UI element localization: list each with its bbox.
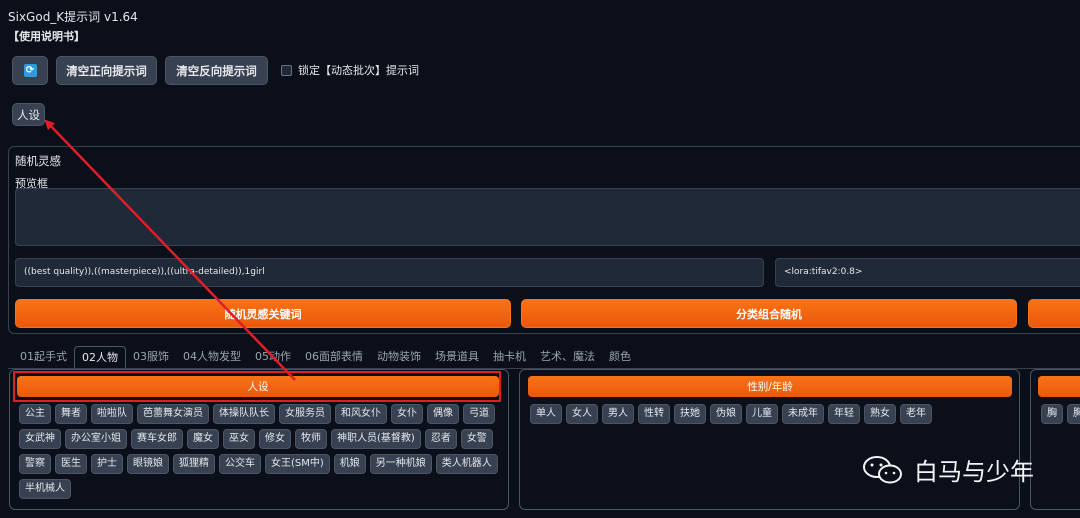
gender-age-tag[interactable]: 熟女 bbox=[864, 404, 896, 424]
watermark: 白马与少年 bbox=[862, 452, 1034, 487]
persona-tag[interactable]: 另一种机娘 bbox=[369, 454, 432, 474]
third-tag[interactable]: 胸 bbox=[1067, 404, 1080, 424]
tab-animal-decor[interactable]: 动物装饰 bbox=[370, 346, 428, 368]
inspiration-title: 随机灵感 bbox=[15, 154, 61, 168]
persona-button[interactable]: 人设 bbox=[12, 103, 45, 126]
persona-tag[interactable]: 护士 bbox=[91, 454, 123, 474]
persona-tag[interactable]: 舞者 bbox=[55, 404, 87, 424]
gender-age-tag[interactable]: 单人 bbox=[530, 404, 562, 424]
gender-age-tag[interactable]: 儿童 bbox=[746, 404, 778, 424]
persona-tag[interactable]: 啦啦队 bbox=[91, 404, 133, 424]
app-title: SixGod_K提示词 v1.64 bbox=[8, 10, 138, 24]
persona-tag[interactable]: 眼镜娘 bbox=[127, 454, 169, 474]
gender-age-tag-list: 单人 女人 男人 性转 扶她 伪娘 儿童 未成年 年轻 熟女 老年 bbox=[530, 404, 1012, 424]
gender-age-category-button[interactable]: 性别/年龄 bbox=[528, 376, 1012, 397]
gender-age-tag[interactable]: 老年 bbox=[900, 404, 932, 424]
gender-age-tag[interactable]: 女人 bbox=[566, 404, 598, 424]
watermark-text: 白马与少年 bbox=[914, 458, 1034, 486]
persona-tag[interactable]: 女仆 bbox=[391, 404, 423, 424]
persona-tag[interactable]: 牧师 bbox=[295, 429, 327, 449]
persona-tag[interactable]: 医生 bbox=[55, 454, 87, 474]
random-keyword-button[interactable]: 随机灵感关键词 bbox=[15, 299, 511, 328]
gender-age-tag[interactable]: 男人 bbox=[602, 404, 634, 424]
lora-field[interactable]: <lora:tifav2:0.8> bbox=[775, 258, 1080, 287]
lock-dynamic-batch[interactable]: 锁定【动态批次】提示词 bbox=[281, 62, 419, 78]
gender-age-tag[interactable]: 扶她 bbox=[674, 404, 706, 424]
persona-tag[interactable]: 机娘 bbox=[333, 454, 366, 474]
persona-tag[interactable]: 公交车 bbox=[219, 454, 261, 474]
persona-tag[interactable]: 半机械人 bbox=[19, 479, 71, 499]
persona-tag[interactable]: 女武神 bbox=[19, 429, 61, 449]
persona-tag[interactable]: 办公室小姐 bbox=[65, 429, 127, 449]
category-tabs: 01起手式 02人物 03服饰 04人物发型 05动作 06面部表情 动物装饰 … bbox=[13, 346, 638, 368]
clear-negative-button[interactable]: 清空反向提示词 bbox=[165, 56, 268, 85]
persona-tag[interactable]: 公主 bbox=[19, 404, 51, 424]
tab-02-active[interactable]: 02人物 bbox=[74, 346, 126, 368]
persona-tag[interactable]: 神职人员(基督教) bbox=[331, 429, 421, 449]
tab-scene-props[interactable]: 场景道具 bbox=[428, 346, 486, 368]
gender-age-tag[interactable]: 伪娘 bbox=[710, 404, 742, 424]
persona-tag[interactable]: 警察 bbox=[19, 454, 51, 474]
persona-tag[interactable]: 芭蕾舞女演员 bbox=[137, 404, 209, 424]
persona-tag[interactable]: 女警 bbox=[460, 429, 493, 449]
refresh-icon: ⟳ bbox=[23, 64, 37, 77]
persona-tag[interactable]: 忍者 bbox=[424, 429, 457, 449]
category-combo-random-button[interactable]: 分类组合随机 bbox=[521, 299, 1017, 328]
tab-03[interactable]: 03服饰 bbox=[126, 346, 176, 368]
third-category-button[interactable] bbox=[1038, 376, 1080, 397]
tab-art-magic[interactable]: 艺术、魔法 bbox=[533, 346, 602, 368]
persona-tag[interactable]: 弓道 bbox=[463, 404, 495, 424]
manual-link[interactable]: 【使用说明书】 bbox=[8, 28, 85, 44]
persona-tag[interactable]: 女服务员 bbox=[279, 404, 331, 424]
tab-color[interactable]: 颜色 bbox=[602, 346, 638, 368]
refresh-button[interactable]: ⟳ bbox=[12, 56, 48, 85]
persona-tag-list: 公主 舞者 啦啦队 芭蕾舞女演员 体操队队长 女服务员 和风女仆 女仆 偶像 弓道女武神 办公室小姐… bbox=[19, 404, 503, 499]
gender-age-tag[interactable]: 年轻 bbox=[828, 404, 860, 424]
preview-textarea[interactable] bbox=[15, 188, 1080, 246]
tab-01[interactable]: 01起手式 bbox=[13, 346, 74, 368]
extra-orange-button[interactable] bbox=[1028, 299, 1080, 328]
gender-age-tag[interactable]: 性转 bbox=[638, 404, 670, 424]
persona-tag[interactable]: 和风女仆 bbox=[335, 404, 387, 424]
persona-tag[interactable]: 巫女 bbox=[223, 429, 255, 449]
lock-label: 锁定【动态批次】提示词 bbox=[298, 64, 419, 77]
tab-05[interactable]: 05动作 bbox=[248, 346, 298, 368]
tab-06[interactable]: 06面部表情 bbox=[298, 346, 370, 368]
persona-tag[interactable]: 类人机器人 bbox=[435, 454, 498, 474]
persona-category-button[interactable]: 人设 bbox=[17, 376, 499, 397]
persona-tag[interactable]: 体操队队长 bbox=[213, 404, 275, 424]
persona-tag[interactable]: 魔女 bbox=[187, 429, 219, 449]
persona-tag[interactable]: 偶像 bbox=[427, 404, 459, 424]
wechat-icon bbox=[863, 455, 902, 483]
prompt-output-field[interactable]: ((best quality)),((masterpiece)),((ultra… bbox=[15, 258, 764, 287]
persona-tag[interactable]: 狐狸精 bbox=[173, 454, 215, 474]
tab-04[interactable]: 04人物发型 bbox=[176, 346, 248, 368]
tab-gacha[interactable]: 抽卡机 bbox=[486, 346, 533, 368]
clear-positive-button[interactable]: 清空正向提示词 bbox=[56, 56, 157, 85]
third-tag-list: 胸胸 bbox=[1041, 404, 1080, 424]
persona-tag[interactable]: 修女 bbox=[259, 429, 291, 449]
gender-age-tag[interactable]: 未成年 bbox=[782, 404, 824, 424]
persona-tag[interactable]: 女王(SM中) bbox=[265, 454, 330, 474]
persona-tag[interactable]: 赛车女郎 bbox=[131, 429, 183, 449]
third-tag[interactable]: 胸 bbox=[1041, 404, 1063, 424]
lock-checkbox[interactable] bbox=[281, 64, 292, 76]
